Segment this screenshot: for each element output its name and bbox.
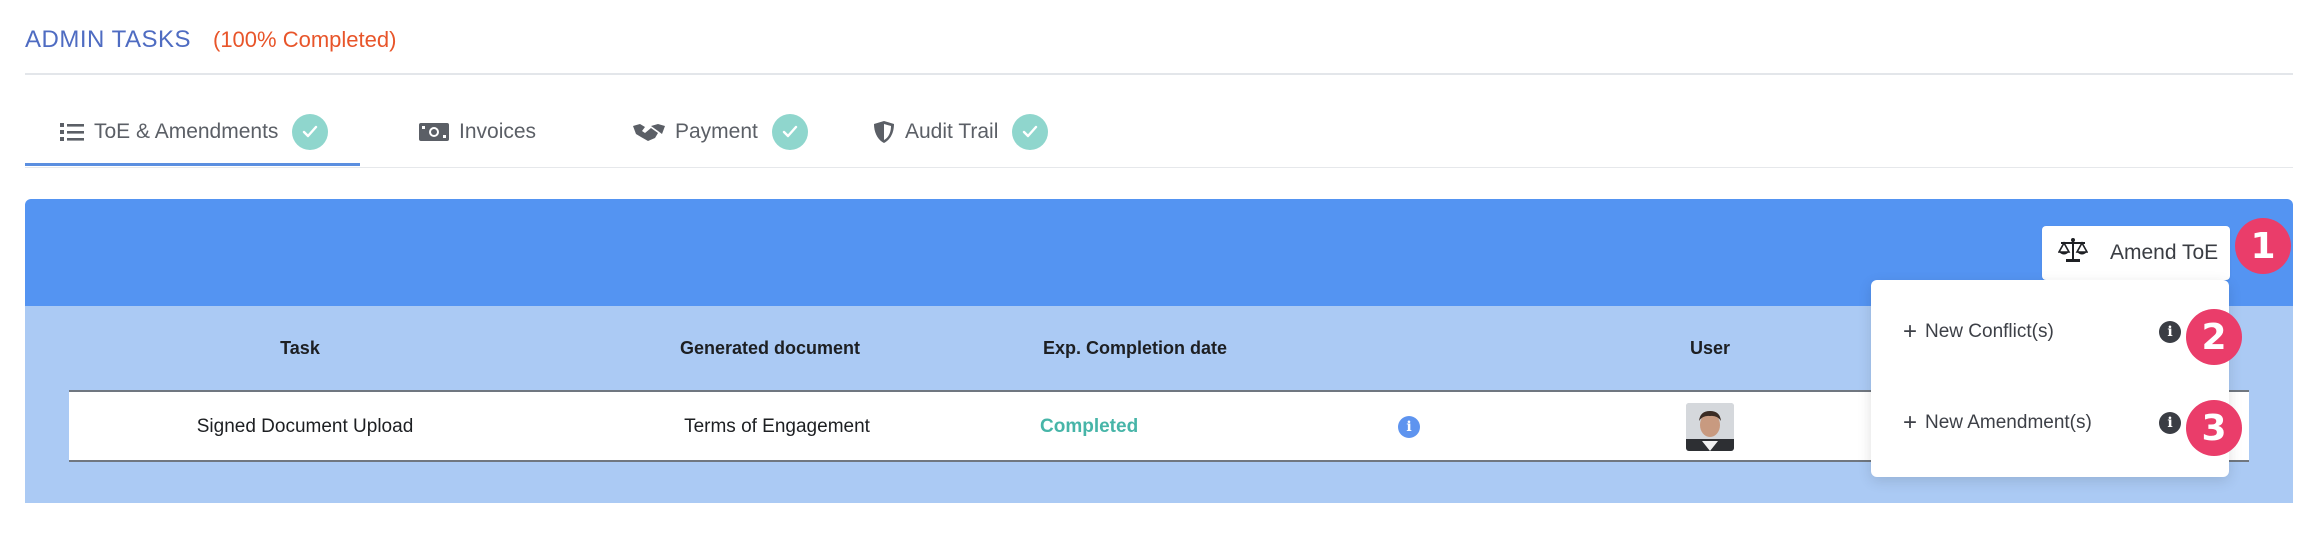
money-bill-icon [419,122,449,142]
tabs-divider [25,167,2293,168]
check-icon [771,114,808,150]
amend-dropdown-menu: + New Conflict(s) i + New Amendment(s) i [1871,280,2229,477]
column-header-task: Task [280,338,320,358]
cell-generated-document[interactable]: Terms of Engagement [650,416,904,438]
tab-label: Audit Trail [905,120,999,143]
tab-label: Payment [675,120,758,143]
amend-toe-label: Amend ToE [2110,241,2219,264]
handshake-icon [633,121,665,143]
header-divider [25,73,2293,75]
tab-audit-trail[interactable]: Audit Trail [873,112,1049,152]
completion-status: (100% Completed) [213,27,397,52]
info-icon[interactable]: i [2159,321,2181,343]
check-icon [1012,114,1049,150]
active-tab-indicator [25,163,360,166]
cell-status: Completed [1040,416,1139,437]
column-header-user: User [1689,338,1731,358]
step-marker-1: 1 [2235,218,2291,274]
page-title: ADMIN TASKS [25,26,191,53]
tab-label: ToE & Amendments [94,120,279,143]
info-icon[interactable]: i [2159,412,2181,434]
tab-invoices[interactable]: Invoices [419,112,536,152]
menu-item-label: New Amendment(s) [1925,412,2092,433]
avatar [1686,403,1734,451]
tab-label: Invoices [459,120,537,143]
step-marker-3: 3 [2186,400,2242,456]
list-icon [60,121,84,143]
amend-toe-button[interactable]: Amend ToE [2042,226,2230,280]
column-header-generated-document: Generated document [679,338,861,358]
menu-item-label: New Conflict(s) [1925,321,2054,342]
balance-scale-icon [2057,237,2089,269]
column-header-completion-date: Exp. Completion date [1042,338,1228,358]
tab-toe-amendments[interactable]: ToE & Amendments [60,112,329,152]
step-marker-2: 2 [2186,309,2242,365]
menu-item-new-amendments[interactable]: + New Amendment(s) i [1871,393,2229,453]
shield-icon [873,120,895,144]
plus-icon: + [1903,318,1918,345]
check-icon [292,114,329,150]
cell-task: Signed Document Upload [196,416,414,437]
tab-payment[interactable]: Payment [633,112,808,152]
info-icon[interactable]: i [1398,416,1420,438]
plus-icon: + [1903,409,1918,436]
menu-item-new-conflicts[interactable]: + New Conflict(s) i [1871,302,2229,362]
